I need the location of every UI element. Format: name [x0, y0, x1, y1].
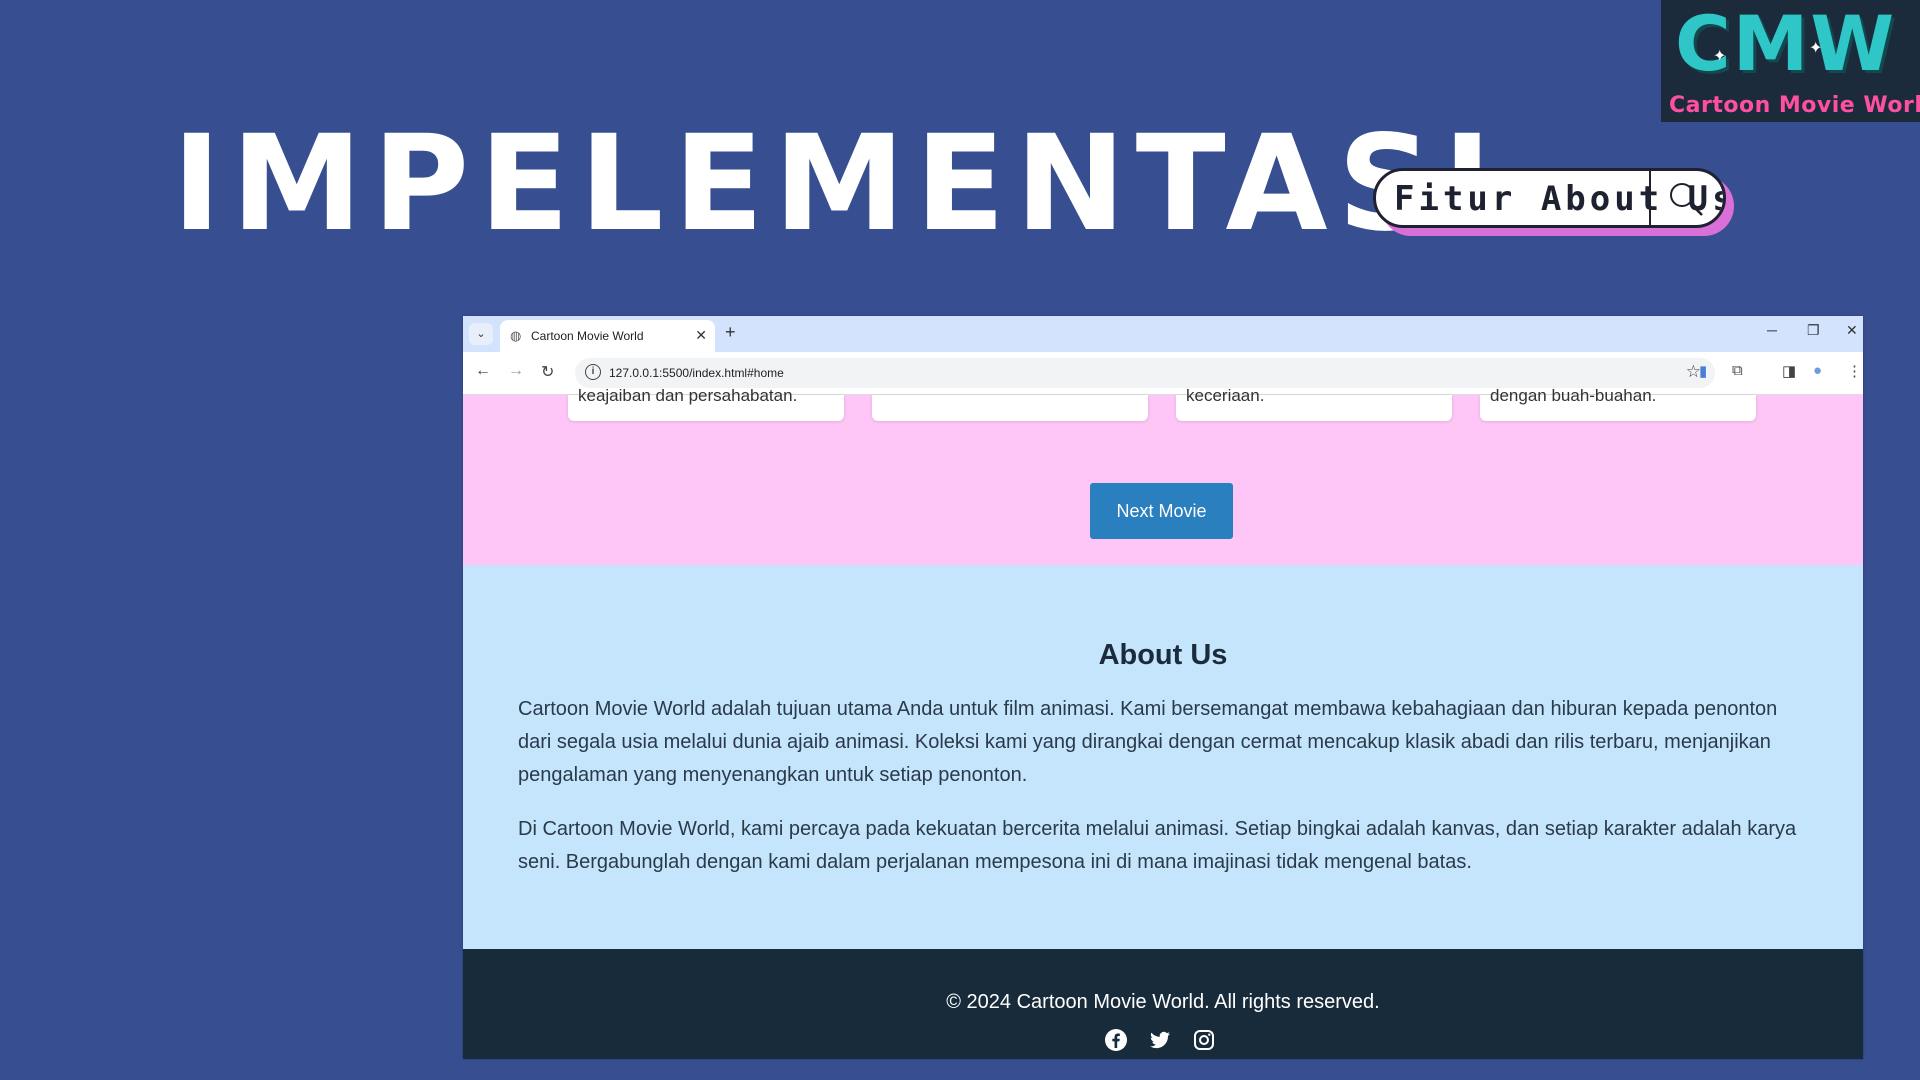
tab-search-dropdown-icon[interactable]: ⌄ — [469, 323, 493, 345]
profile-avatar-icon[interactable]: ● — [1813, 362, 1822, 379]
logo-text: Cartoon Movie World — [1669, 93, 1920, 118]
minimize-icon[interactable]: ─ — [1767, 322, 1777, 338]
globe-icon: ◍ — [510, 328, 522, 343]
about-paragraph: Cartoon Movie World adalah tujuan utama … — [518, 698, 1778, 786]
about-paragraph: Di Cartoon Movie World, kami percaya pad… — [518, 818, 1797, 873]
logo-mark: CMW — [1675, 0, 1897, 88]
url-text[interactable]: 127.0.0.1:5500/index.html#home — [609, 366, 784, 380]
site-info-icon[interactable]: i — [585, 364, 601, 380]
restore-icon[interactable]: ❐ — [1807, 322, 1820, 339]
new-tab-icon[interactable]: + — [725, 322, 736, 343]
movie-card[interactable] — [872, 395, 1148, 421]
slide-title: IMPELEMENTASI — [172, 107, 1502, 261]
browser-window: ⌄ ◍ Cartoon Movie World ✕ + ─ ❐ ✕ ← → ↻ … — [463, 316, 1863, 1059]
movies-section: keajaiban dan persahabatan. keceriaan. d… — [463, 386, 1863, 565]
next-movie-button[interactable]: Next Movie — [1090, 483, 1233, 539]
instagram-icon[interactable] — [1192, 1028, 1216, 1052]
tab-bar: ⌄ ◍ Cartoon Movie World ✕ + ─ ❐ ✕ — [463, 316, 1863, 352]
facebook-icon[interactable] — [1104, 1028, 1128, 1052]
cmw-logo: CMW ✦ ✦ Cartoon Movie World — [1661, 0, 1920, 122]
movie-description: dengan buah-buahan. — [1490, 386, 1657, 405]
forward-icon[interactable]: → — [508, 362, 524, 380]
side-panel-icon[interactable]: ◨ — [1782, 362, 1796, 380]
search-icon — [1670, 183, 1703, 216]
close-tab-icon[interactable]: ✕ — [695, 327, 707, 344]
movie-card[interactable]: keceriaan. — [1176, 386, 1452, 421]
web-page: keajaiban dan persahabatan. keceriaan. d… — [463, 386, 1863, 1059]
address-bar[interactable]: i 127.0.0.1:5500/index.html#home ☆ — [575, 358, 1715, 388]
copyright-text: © 2024 Cartoon Movie World. All rights r… — [946, 991, 1380, 1013]
back-icon[interactable]: ← — [475, 362, 491, 380]
extensions-puzzle-icon[interactable]: ⧉ — [1732, 362, 1743, 379]
extension-icon[interactable]: ▮ — [1699, 362, 1707, 380]
feature-pill: Fitur About Us — [1373, 168, 1726, 228]
reload-icon[interactable]: ↻ — [541, 362, 554, 382]
about-title: About Us — [1098, 639, 1228, 671]
site-footer: © 2024 Cartoon Movie World. All rights r… — [463, 949, 1863, 1059]
movie-description: keajaiban dan persahabatan. — [578, 386, 798, 405]
menu-dots-icon[interactable]: ⋮ — [1847, 362, 1862, 380]
movie-card[interactable]: keajaiban dan persahabatan. — [568, 386, 844, 421]
sparkle-icon: ✦ — [1809, 40, 1823, 57]
pill-divider — [1649, 171, 1651, 225]
about-section: About Us Cartoon Movie World adalah tuju… — [463, 565, 1863, 949]
close-window-icon[interactable]: ✕ — [1846, 322, 1858, 339]
tab-cartoon-movie-world[interactable]: ◍ Cartoon Movie World ✕ — [500, 320, 715, 352]
movie-description: keceriaan. — [1186, 386, 1265, 405]
movie-card[interactable]: dengan buah-buahan. — [1480, 386, 1756, 421]
sparkle-icon: ✦ — [1713, 48, 1727, 65]
tab-title: Cartoon Movie World — [531, 329, 644, 343]
twitter-icon[interactable] — [1148, 1028, 1172, 1052]
